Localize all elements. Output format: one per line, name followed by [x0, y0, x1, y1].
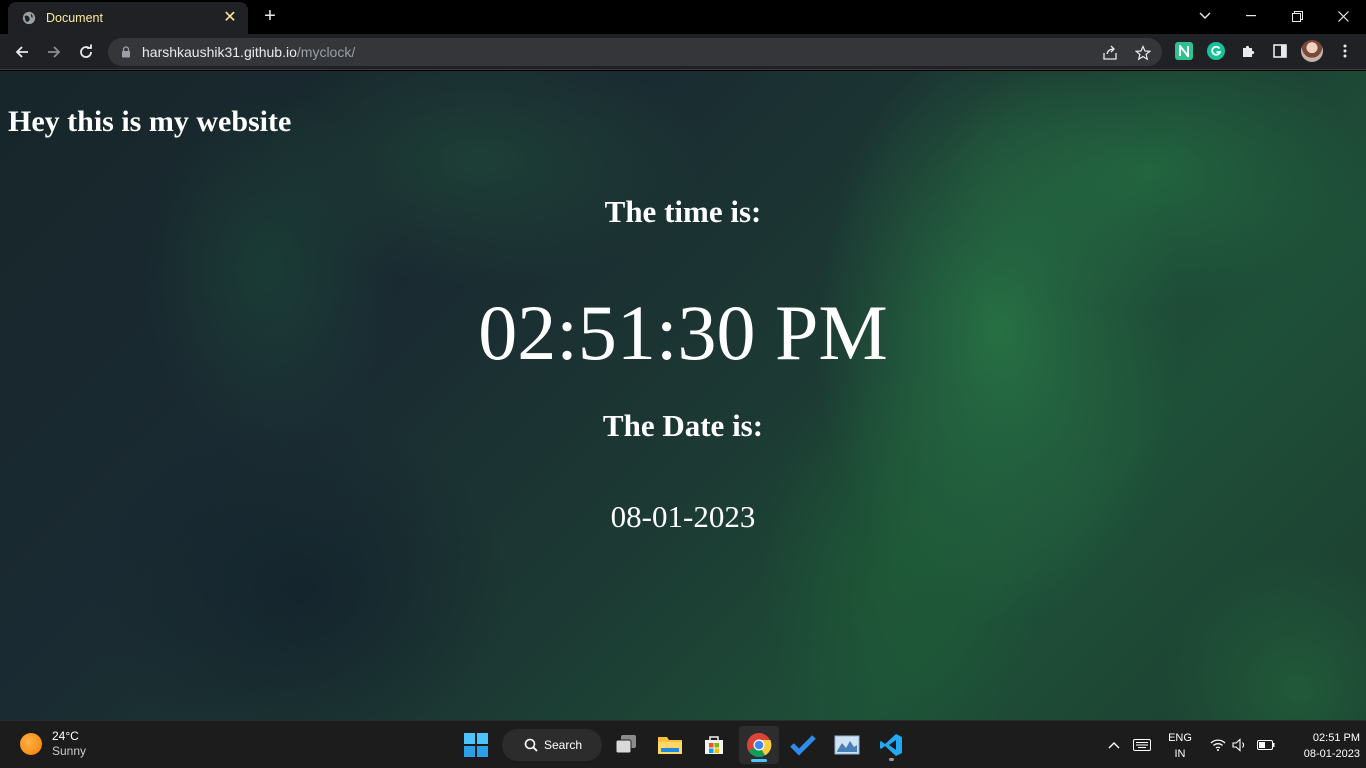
restore-icon [1291, 10, 1303, 22]
back-button[interactable] [8, 38, 36, 66]
chrome-icon [747, 733, 772, 758]
taskbar: 24°C Sunny Search ENG IN 02:51 PM 08-01-… [0, 720, 1366, 768]
microsoft-store-button[interactable] [694, 726, 734, 764]
date-display: 08-01-2023 [610, 499, 756, 534]
keyboard-icon [1133, 739, 1151, 751]
system-time: 02:51 PM [1312, 732, 1360, 744]
weather-widget[interactable]: 24°C Sunny [20, 729, 86, 759]
photo-chart-icon [834, 735, 860, 755]
grammarly-icon [1211, 45, 1222, 56]
arrow-left-icon [15, 46, 28, 58]
address-bar[interactable]: harshkaushik31.github.io/myclock/ [108, 38, 1162, 66]
wifi-icon [1210, 739, 1226, 751]
grammarly-extension-button[interactable] [1207, 42, 1225, 60]
bookmark-button[interactable] [1134, 44, 1152, 62]
restore-button[interactable] [1274, 0, 1320, 32]
file-explorer-button[interactable] [650, 726, 690, 764]
weather-temperature: 24°C [52, 729, 79, 743]
chrome-taskbar-button[interactable] [739, 726, 779, 764]
task-view-icon [615, 735, 636, 754]
globe-icon [22, 11, 36, 25]
store-icon [705, 736, 723, 754]
volume-button[interactable] [1230, 721, 1250, 768]
browser-toolbar: harshkaushik31.github.io/myclock/ [0, 34, 1366, 70]
forward-button[interactable] [40, 38, 68, 66]
checkmark-icon [790, 735, 816, 756]
url-path: /myclock/ [296, 44, 356, 60]
touch-keyboard-button[interactable] [1130, 721, 1154, 768]
tab-title: Document [46, 11, 103, 25]
arrow-right-icon [48, 46, 61, 58]
side-panel-button[interactable] [1271, 42, 1289, 60]
photos-app-button[interactable] [827, 726, 867, 764]
language-indicator[interactable]: ENG IN [1164, 730, 1196, 762]
star-icon [1135, 45, 1151, 61]
chrome-menu-button[interactable] [1336, 42, 1354, 60]
sun-icon [20, 733, 42, 755]
reload-button[interactable] [72, 38, 100, 66]
start-button[interactable] [456, 726, 496, 764]
share-icon [1103, 45, 1117, 60]
tab-search-button[interactable] [1182, 0, 1228, 32]
page-heading: Hey this is my website [8, 105, 292, 138]
clock-display: 02:51:30 PM [478, 289, 888, 376]
language-secondary: IN [1174, 748, 1186, 760]
battery-icon [1257, 740, 1275, 750]
search-label: Search [544, 738, 583, 752]
extensions-button[interactable] [1239, 42, 1257, 60]
time-label: The time is: [604, 194, 762, 229]
vscode-button[interactable] [871, 726, 911, 764]
n-extension-icon [1179, 45, 1189, 57]
url-host: harshkaushik31.github.io [142, 44, 297, 60]
folder-icon [658, 737, 682, 754]
running-app-indicator [889, 758, 894, 761]
weather-condition: Sunny [52, 744, 87, 758]
active-app-indicator [751, 759, 767, 762]
profile-avatar[interactable] [1301, 40, 1323, 62]
taskbar-search[interactable]: Search [502, 729, 602, 761]
share-button[interactable] [1101, 44, 1119, 62]
network-button[interactable] [1208, 721, 1228, 768]
minimize-button[interactable] [1228, 0, 1274, 32]
reload-icon [80, 44, 92, 58]
show-hidden-icons-button[interactable] [1104, 721, 1124, 768]
tab-close-icon[interactable]: ✕ [222, 10, 238, 26]
close-window-button[interactable] [1320, 0, 1366, 32]
chevron-up-icon [1108, 742, 1120, 749]
language-primary: ENG [1168, 732, 1192, 744]
notion-extension-button[interactable] [1175, 42, 1193, 60]
chevron-down-icon [1199, 12, 1211, 19]
search-icon [524, 738, 538, 752]
system-clock[interactable]: 02:51 PM 08-01-2023 [1280, 730, 1360, 762]
lock-icon[interactable] [120, 46, 132, 58]
minimize-icon [1246, 15, 1256, 17]
tab-strip: Document ✕ + [0, 0, 1366, 34]
more-vertical-icon [1343, 44, 1347, 58]
system-date: 08-01-2023 [1303, 748, 1360, 760]
browser-tab[interactable]: Document ✕ [8, 2, 248, 34]
page-viewport: Hey this is my website The time is: 02:5… [0, 71, 1366, 720]
speaker-icon [1232, 738, 1245, 752]
task-view-button[interactable] [606, 726, 646, 764]
date-label: The Date is: [602, 408, 764, 443]
battery-button[interactable] [1255, 721, 1277, 768]
vscode-icon [880, 734, 902, 756]
todo-app-button[interactable] [783, 726, 823, 764]
windows-logo-icon [464, 733, 488, 757]
puzzle-icon [1243, 45, 1255, 57]
side-panel-icon [1273, 44, 1287, 58]
close-icon [1337, 10, 1349, 22]
new-tab-button[interactable]: + [258, 6, 282, 28]
